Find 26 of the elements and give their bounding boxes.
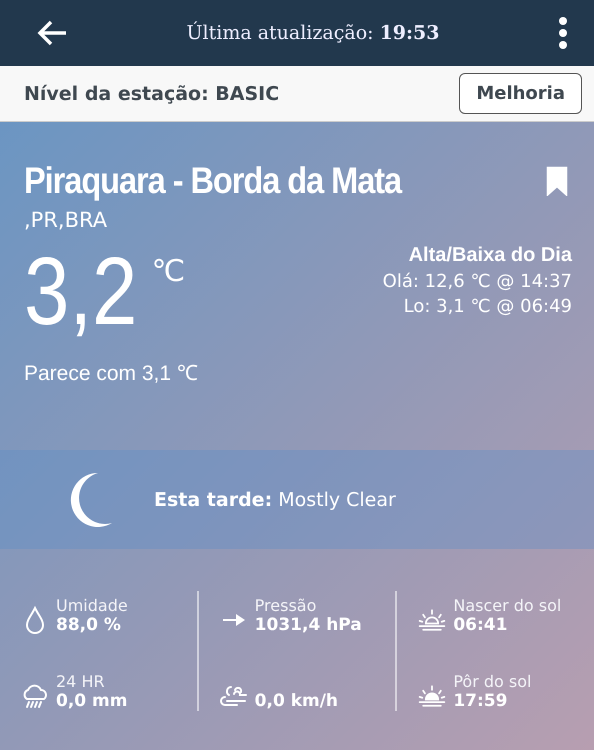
stat-value: 0,0 km/h [254,691,338,711]
stat-label: Pôr do sol [453,672,532,691]
high-temperature: Olá: 12,6 ℃ @ 14:37 [382,271,572,292]
temperature-value: 3,2 [24,244,138,340]
bookmark-icon[interactable] [546,166,568,196]
stat-label: Pressão [254,596,318,615]
stat-label: 24 HR [56,672,106,691]
stat-label: Nascer do sol [453,596,562,615]
stat-value: 17:59 [453,691,508,711]
last-update-text: Última atualização: 19:53 [186,22,440,44]
stat-label: Umidade [56,596,128,615]
more-menu-icon[interactable] [558,17,568,49]
station-region: ,PR,BRA [24,208,108,232]
stat-value: 88,0 % [56,615,122,635]
feels-like-text: Parece com 3,1 ℃ [24,361,199,386]
upgrade-button[interactable]: Melhoria [459,73,582,114]
stat-value: 06:41 [453,615,508,635]
stat-value: 0,0 mm [56,691,128,711]
high-low-title: Alta/Baixa do Dia [408,244,572,267]
stat-value: 1031,4 hPa [254,615,362,635]
temperature-unit: ℃ [151,254,186,289]
station-level-label: Nível da estação: BASIC [24,82,280,104]
station-name: Piraquara - Borda da Mata [24,160,402,202]
forecast-text: Esta tarde: Mostly Clear [154,488,396,510]
back-arrow-icon[interactable] [36,19,68,47]
low-temperature: Lo: 3,1 ℃ @ 06:49 [402,296,572,317]
